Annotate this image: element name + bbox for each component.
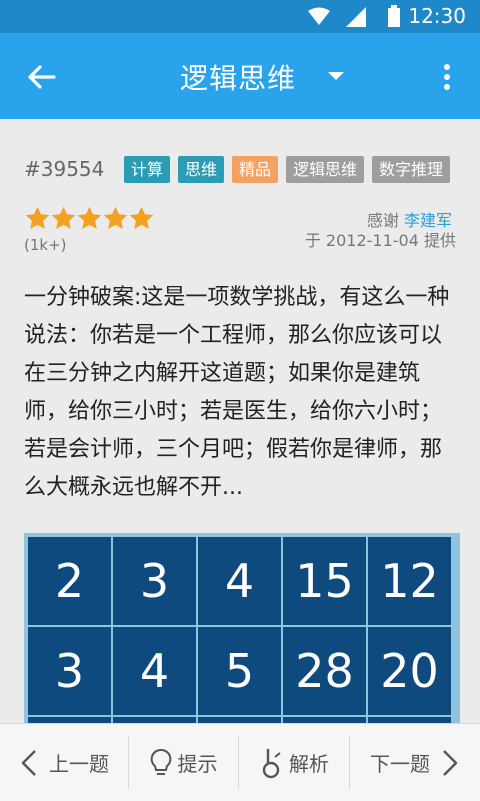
star-icon [129,206,154,229]
question-id: #39554 [24,157,105,181]
tag-thinking[interactable]: 思维 [178,156,225,183]
grid-cell [366,715,453,723]
clock: 12:30 [408,4,466,28]
question-content: #39554 计算 思维 精品 逻辑思维 数字推理 (1k+) 感谢 李建军 于… [0,119,480,723]
back-arrow-icon[interactable] [26,61,58,93]
grid-cell [26,715,113,723]
grid-cell: 20 [366,625,453,717]
chevron-left-icon [21,749,36,776]
next-question-button[interactable]: 下一题 [350,724,480,801]
grid-cell: 15 [281,535,368,627]
grid-cell: 12 [366,535,453,627]
tag-number-reasoning[interactable]: 数字推理 [372,156,451,183]
app-bar: 逻辑思维 [0,33,480,119]
lightbulb-icon [150,748,171,775]
star-icon [103,206,128,229]
chevron-down-icon[interactable] [328,72,344,80]
grid-cell: 4 [111,625,198,717]
prev-label: 上一题 [49,752,109,776]
question-text: 一分钟破案:这是一项数学挑战，有这么一种说法：你若是一个工程师，那么你应该可以在… [24,285,450,500]
wifi-icon [308,7,330,25]
grid-cell: 2 [26,535,113,627]
grid-row [26,715,453,723]
grid-cell [281,715,368,723]
grid-cell: 5 [196,625,283,717]
signal-icon [346,7,366,27]
grid-cell: 3 [26,625,113,717]
hint-label: 提示 [177,752,218,776]
analysis-button[interactable]: 解析 [239,724,349,801]
grid-cell: 28 [281,625,368,717]
tag-calculation[interactable]: 计算 [124,156,171,183]
prev-question-button[interactable]: 上一题 [0,724,128,801]
more-vert-icon[interactable] [437,61,457,93]
tag-logic-thinking[interactable]: 逻辑思维 [286,156,365,183]
star-icon [77,206,102,229]
grid-cell [111,715,198,723]
battery-icon [388,5,400,27]
next-label: 下一题 [370,752,430,776]
tag-featured[interactable]: 精品 [232,156,279,183]
grid-cell: 4 [196,535,283,627]
analysis-icon [262,748,281,778]
star-rating [24,205,154,233]
star-icon [51,206,76,229]
grid-row: 2 3 4 15 12 [26,535,453,627]
chevron-right-icon [443,749,458,776]
status-bar: 12:30 [0,0,480,33]
bottom-nav: 上一题 提示 解析 下一题 [0,723,480,801]
hint-button[interactable]: 提示 [129,724,238,801]
rating-count: (1k+) [24,236,67,254]
grid-row: 3 4 5 28 20 [26,625,453,717]
grid-cell [196,715,283,723]
page-title[interactable]: 逻辑思维 [180,57,296,97]
number-grid: 2 3 4 15 12 3 4 5 28 20 [24,533,460,723]
star-icon [25,206,50,229]
grid-cell: 3 [111,535,198,627]
analysis-label: 解析 [289,752,329,776]
provided-date: 于 2012-11-04 提供 [304,231,456,250]
